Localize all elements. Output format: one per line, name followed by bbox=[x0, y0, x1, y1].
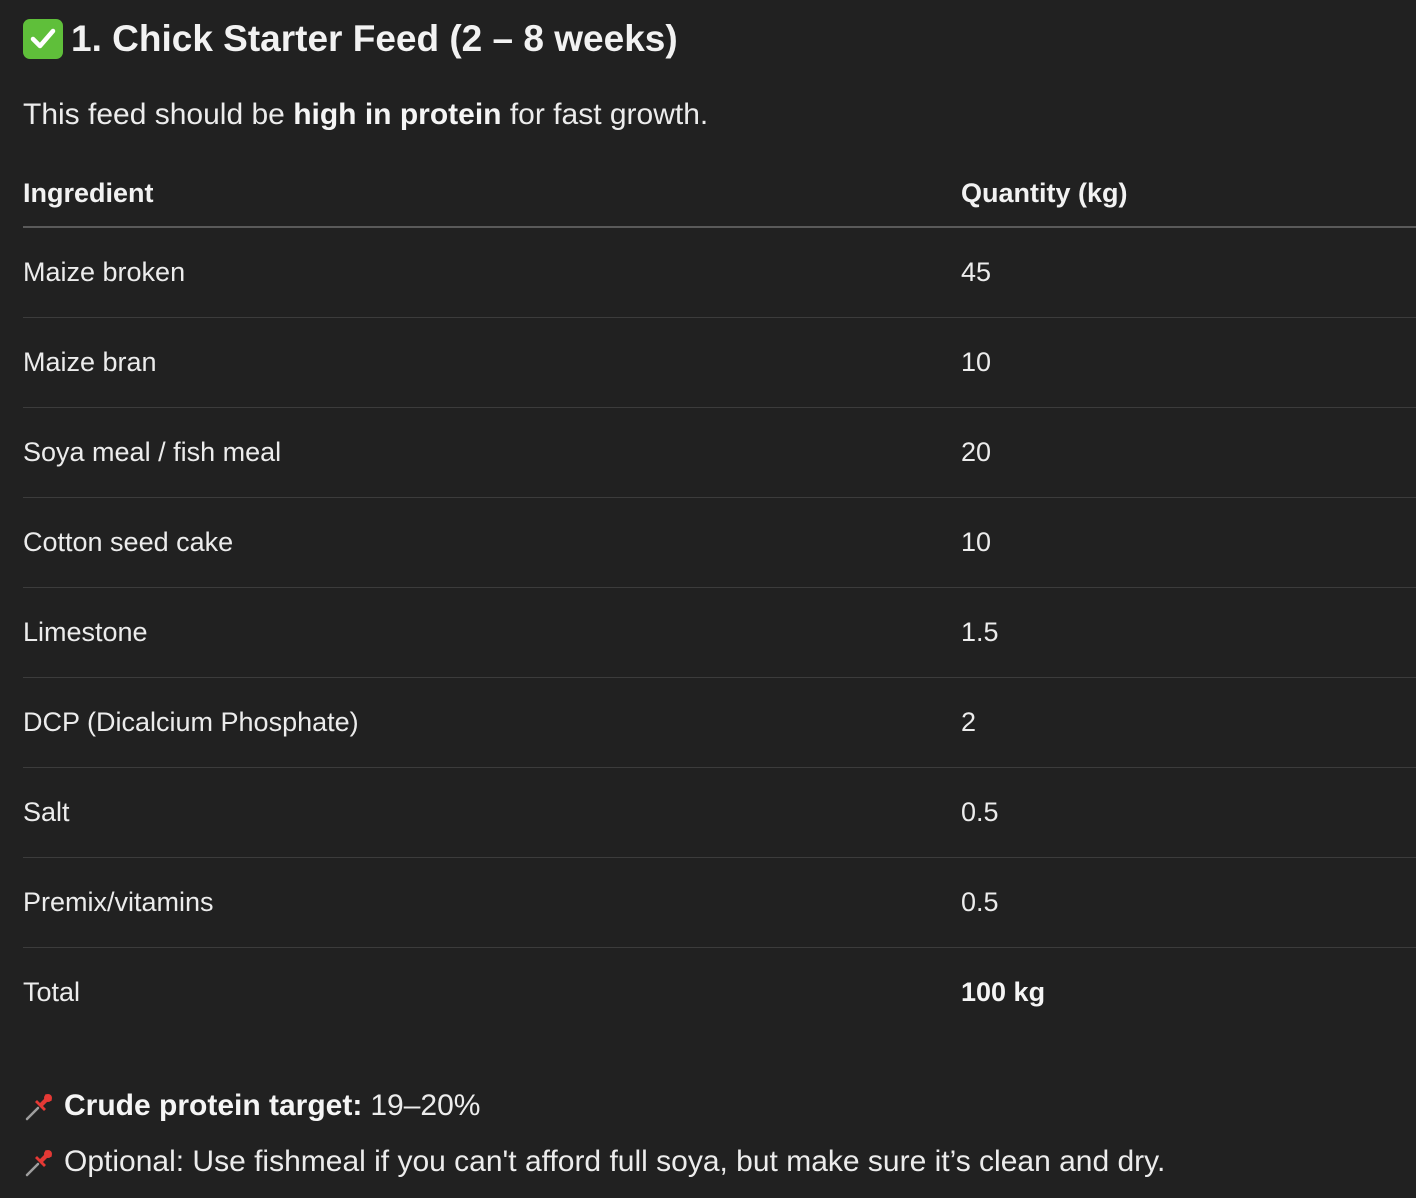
quantity-cell: 20 bbox=[961, 407, 1416, 498]
ingredient-cell: Limestone bbox=[23, 587, 961, 678]
total-label-cell: Total bbox=[23, 977, 81, 1007]
table-header-row: Ingredient Quantity (kg) bbox=[23, 160, 1416, 228]
column-header-quantity: Quantity (kg) bbox=[961, 160, 1416, 228]
intro-text-bold: high in protein bbox=[293, 98, 502, 131]
section-heading-text: 1. Chick Starter Feed (2 – 8 weeks) bbox=[71, 18, 678, 59]
feed-table: Ingredient Quantity (kg) Maize broken 45… bbox=[23, 160, 1416, 1037]
intro-paragraph: This feed should be high in protein for … bbox=[23, 98, 708, 132]
table-row: DCP (Dicalcium Phosphate) 2 bbox=[23, 677, 1416, 768]
column-header-ingredient: Ingredient bbox=[23, 160, 961, 228]
quantity-cell: 0.5 bbox=[961, 857, 1416, 948]
protein-target-label: Crude protein target: bbox=[64, 1089, 363, 1122]
section-heading: 1. Chick Starter Feed (2 – 8 weeks) bbox=[23, 18, 678, 60]
quantity-cell: 2 bbox=[961, 677, 1416, 768]
table-row: Soya meal / fish meal 20 bbox=[23, 407, 1416, 498]
intro-text-after: for fast growth. bbox=[501, 98, 709, 131]
ingredient-cell: DCP (Dicalcium Phosphate) bbox=[23, 677, 961, 768]
optional-note-text: Optional: Use fishmeal if you can't affo… bbox=[64, 1145, 1166, 1178]
table-row: Cotton seed cake 10 bbox=[23, 497, 1416, 588]
quantity-cell: 45 bbox=[961, 227, 1416, 318]
table-row: Salt 0.5 bbox=[23, 767, 1416, 858]
intro-text-before: This feed should be bbox=[23, 98, 294, 131]
ingredient-cell: Soya meal / fish meal bbox=[23, 407, 961, 498]
table-row: Limestone 1.5 bbox=[23, 587, 1416, 678]
protein-target-note: Crude protein target: 19–20% bbox=[23, 1089, 480, 1123]
table-row: Premix/vitamins 0.5 bbox=[23, 857, 1416, 948]
quantity-cell: 10 bbox=[961, 497, 1416, 588]
total-quantity-cell: 100 kg bbox=[961, 977, 1046, 1007]
quantity-cell: 1.5 bbox=[961, 587, 1416, 678]
ingredient-cell: Cotton seed cake bbox=[23, 497, 961, 588]
quantity-cell: 0.5 bbox=[961, 767, 1416, 858]
protein-target-value: 19–20% bbox=[370, 1089, 481, 1122]
ingredient-cell: Maize bran bbox=[23, 317, 961, 408]
ingredient-cell: Salt bbox=[23, 767, 961, 858]
check-mark-button-icon bbox=[23, 19, 63, 59]
ingredient-cell: Premix/vitamins bbox=[23, 857, 961, 948]
ingredient-cell: Maize broken bbox=[23, 227, 961, 318]
quantity-cell: 10 bbox=[961, 317, 1416, 408]
optional-note: Optional: Use fishmeal if you can't affo… bbox=[23, 1145, 1165, 1179]
table-row: Maize broken 45 bbox=[23, 227, 1416, 318]
table-total-row: Total 100 kg bbox=[23, 948, 1416, 1038]
table-row: Maize bran 10 bbox=[23, 317, 1416, 408]
pushpin-icon bbox=[23, 1145, 57, 1179]
pushpin-icon bbox=[23, 1089, 57, 1123]
